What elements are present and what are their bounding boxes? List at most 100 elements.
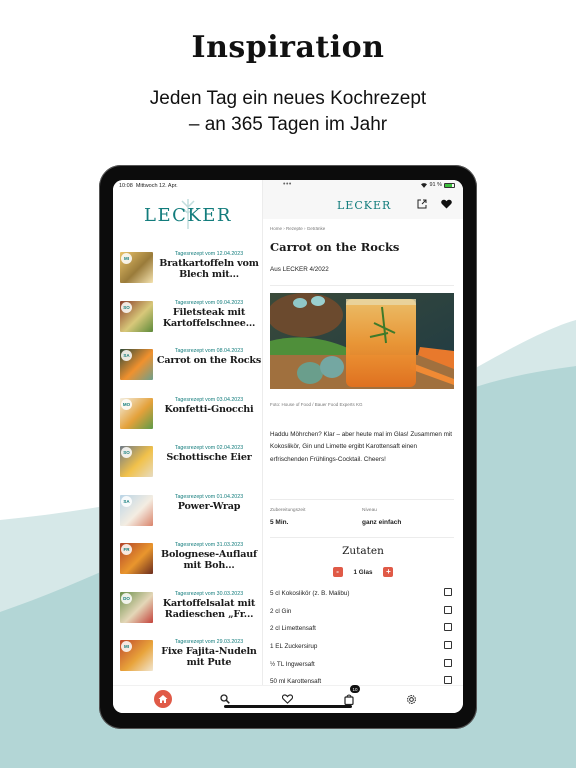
weekday-badge: MI [121, 253, 132, 264]
ingredient-row: 5 cl Kokoslikör (z. B. Malibu) [270, 586, 456, 604]
recipe-thumbnail: FR [120, 543, 153, 574]
decrease-servings-button[interactable]: - [332, 567, 343, 577]
tablet-screen: 10:08 Mittwoch 12. Apr. ••• 91 % LECKER … [113, 180, 463, 713]
recipe-date: Tagesrezept vom 29.03.2023 [174, 639, 244, 645]
status-right: 91 % [421, 182, 455, 188]
prep-time-value: 5 Min. [270, 519, 289, 526]
divider [270, 499, 454, 500]
ingredient-text: 2 cl Gin [270, 607, 292, 615]
hero-title: Inspiration [191, 30, 385, 65]
ingredient-list: 5 cl Kokoslikör (z. B. Malibu) 2 cl Gin 2 … [270, 586, 456, 685]
recipe-item-text: Tagesrezept vom 03.04.2023 Konfetti-Gnocc… [155, 396, 262, 415]
gear-icon [406, 694, 416, 704]
logo-sprig-icon [181, 199, 195, 229]
recipe-item-text: Tagesrezept vom 12.04.2023 Bratkartoffeln… [155, 250, 262, 280]
header-logo: LECKER [337, 199, 392, 212]
ingredient-checkbox[interactable] [444, 588, 452, 596]
recipe-thumbnail: DO [120, 591, 153, 623]
tab-bar: 10 [113, 685, 463, 713]
breadcrumb[interactable]: Home › Rezepte › Getränke [270, 226, 325, 231]
recipe-list: MI Tagesrezept vom 12.04.2023 Bratkartoffe… [113, 250, 262, 685]
recipe-photo [270, 293, 454, 389]
increase-servings-button[interactable]: + [383, 567, 394, 577]
share-icon[interactable] [417, 199, 427, 209]
divider [270, 537, 454, 538]
home-indicator[interactable] [224, 705, 352, 708]
ingredient-row: ½ TL Ingwersaft [270, 657, 456, 675]
servings-value: 1 Glas [353, 568, 373, 576]
recipe-date: Tagesrezept vom 08.04.2023 [174, 348, 244, 354]
recipe-date: Tagesrezept vom 03.04.2023 [174, 396, 244, 403]
recipe-source: Aus LECKER 4/2022 [270, 266, 329, 273]
shopping-bag-icon [344, 694, 354, 705]
recipe-item-title: Konfetti-Gnocchi [164, 403, 254, 415]
recipe-item-title: Carrot on the Rocks [156, 355, 262, 366]
recipe-list-item[interactable]: SA Tagesrezept vom 01.04.2023 Power-Wrap [113, 493, 262, 542]
recipe-item-title: Bolognese-Auflauf mit Boh... [161, 549, 257, 571]
weekday-badge: FR [121, 544, 132, 555]
recipe-item-text: Tagesrezept vom 31.03.2023 Bolognese-Aufl… [155, 541, 262, 571]
recipe-list-item[interactable]: MI Tagesrezept vom 12.04.2023 Bratkartoffe… [113, 250, 262, 299]
recipe-item-text: Tagesrezept vom 09.04.2023 Filetsteak mit… [155, 299, 262, 329]
recipe-item-text: Tagesrezept vom 01.04.2023 Power-Wrap [155, 493, 262, 512]
ingredient-row: 2 cl Gin [270, 604, 456, 622]
recipe-list-item[interactable]: SO Tagesrezept vom 09.04.2023 Filetsteak m… [113, 299, 262, 348]
hero-subtitle-line1: Jeden Tag ein neues Kochrezept [149, 88, 427, 109]
multitask-dots[interactable]: ••• [283, 181, 292, 188]
recipe-list-item[interactable]: FR Tagesrezept vom 31.03.2023 Bolognese-Au… [113, 541, 262, 590]
photo-credit: Foto: House of Food / Bauer Food Experts… [270, 402, 363, 407]
ingredient-row: 50 ml Karottensaft [270, 674, 456, 685]
sidebar-logo: LECKER [113, 199, 262, 229]
ingredient-checkbox[interactable] [444, 641, 452, 650]
serving-stepper: - 1 Glas + [263, 567, 463, 577]
recipe-date: Tagesrezept vom 12.04.2023 [174, 251, 244, 257]
battery-percent: 91 % [429, 182, 442, 188]
recipe-list-item[interactable]: SO Tagesrezept vom 02.04.2023 Schottische … [113, 444, 262, 493]
recipe-list-item[interactable]: SA Tagesrezept vom 08.04.2023 Carrot on th… [113, 347, 262, 396]
prep-time-label: Zubereitungszeit [270, 508, 306, 513]
recipe-thumbnail: MI [120, 640, 153, 671]
weekday-badge: MO [121, 398, 132, 410]
weekday-badge: DO [121, 592, 132, 604]
tab-home[interactable] [154, 690, 172, 708]
recipe-list-item[interactable]: DO Tagesrezept vom 30.03.2023 Kartoffelsal… [113, 590, 262, 639]
ingredient-checkbox[interactable] [444, 605, 452, 614]
recipe-item-title: Power-Wrap [177, 500, 241, 512]
favorite-heart-icon[interactable] [441, 199, 452, 209]
tab-settings[interactable] [402, 690, 420, 708]
recipe-item-title: Kartoffelsalat mit Radieschen „Fr... [162, 597, 256, 620]
ingredient-checkbox[interactable] [444, 658, 452, 667]
hero-subtitle: Jeden Tag ein neues Kochrezept – an 365 … [0, 86, 576, 138]
recipe-description: Haddu Möhrchen? Klar – aber heute mal im… [270, 431, 452, 463]
heart-outline-icon [281, 694, 293, 704]
recipe-thumbnail: SA [120, 494, 153, 526]
hero-subtitle-line2: – an 365 Tagen im Jahr [188, 114, 388, 135]
ingredient-text: 5 cl Kokoslikör (z. B. Malibu) [270, 590, 350, 597]
recipe-date: Tagesrezept vom 09.04.2023 [174, 299, 244, 306]
ingredient-checkbox[interactable] [444, 623, 452, 632]
ingredient-checkbox[interactable] [444, 676, 452, 685]
recipe-date: Tagesrezept vom 02.04.2023 [174, 445, 244, 451]
recipe-date: Tagesrezept vom 01.04.2023 [174, 493, 244, 500]
recipe-item-title: Bratkartoffeln vom Blech mit... [159, 258, 259, 280]
level-label: Niveau [362, 508, 377, 513]
status-bar: 10:08 Mittwoch 12. Apr. ••• 91 % [113, 180, 463, 192]
recipe-detail: LECKER Home › Rezepte › Getränke Carrot … [263, 180, 463, 685]
recipe-item-text: Tagesrezept vom 08.04.2023 Carrot on the … [155, 347, 262, 366]
recipe-item-title: Fixe Fajita-Nudeln mit Pute [161, 646, 257, 668]
ingredient-row: 1 EL Zuckersirup [270, 639, 456, 657]
recipe-list-item[interactable]: MI Tagesrezept vom 29.03.2023 Fixe Fajita-… [113, 638, 262, 685]
recipe-item-text: Tagesrezept vom 30.03.2023 Kartoffelsalat… [155, 590, 262, 620]
recipe-thumbnail: SO [120, 446, 153, 477]
recipe-sidebar: LECKER MI Tagesrezept vom 12.04.2023 Bratk… [113, 180, 263, 685]
cart-count-badge: 10 [350, 685, 360, 693]
recipe-date: Tagesrezept vom 30.03.2023 [174, 590, 244, 597]
weekday-badge: SA [121, 495, 132, 507]
status-time: 10:08 Mittwoch 12. Apr. [119, 183, 178, 189]
recipe-item-title: Schottische Eier [166, 452, 252, 463]
recipe-list-item[interactable]: MO Tagesrezept vom 03.04.2023 Konfetti-Gno… [113, 396, 262, 445]
lecker-logo: LECKER [144, 199, 232, 229]
recipe-date: Tagesrezept vom 31.03.2023 [174, 542, 244, 548]
recipe-item-text: Tagesrezept vom 29.03.2023 Fixe Fajita-Nu… [155, 638, 262, 668]
search-icon [220, 694, 230, 704]
